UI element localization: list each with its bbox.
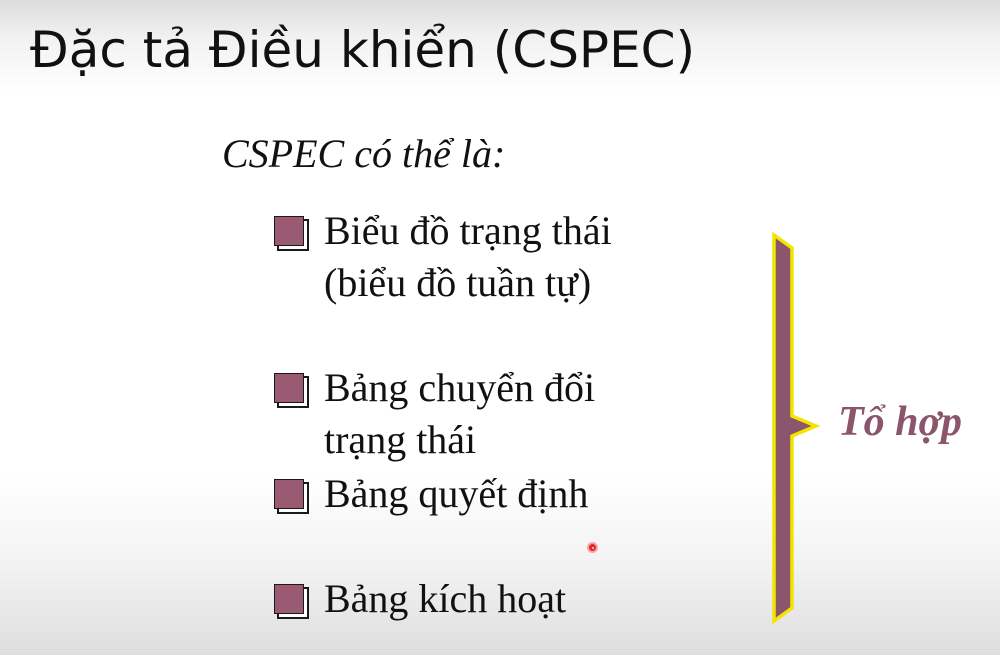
- bullet-list: Biểu đồ trạng thái (biểu đồ tuần tự) Bản…: [0, 0, 760, 655]
- square-bullet-icon: [274, 479, 304, 509]
- list-item-text: Bảng kích hoạt: [324, 576, 567, 621]
- list-item-text: Biểu đồ trạng thái (biểu đồ tuần tự): [324, 208, 612, 305]
- brace-label: Tổ hợp: [838, 399, 963, 445]
- square-bullet-icon: [274, 216, 304, 246]
- list-item-text: Bảng quyết định: [324, 471, 589, 516]
- list-item-text: Bảng chuyển đổi trạng thái: [324, 365, 596, 462]
- square-bullet-icon: [274, 373, 304, 403]
- square-bullet-icon: [274, 584, 304, 614]
- laser-pointer-icon: [587, 542, 598, 553]
- curly-brace-icon: [772, 231, 821, 625]
